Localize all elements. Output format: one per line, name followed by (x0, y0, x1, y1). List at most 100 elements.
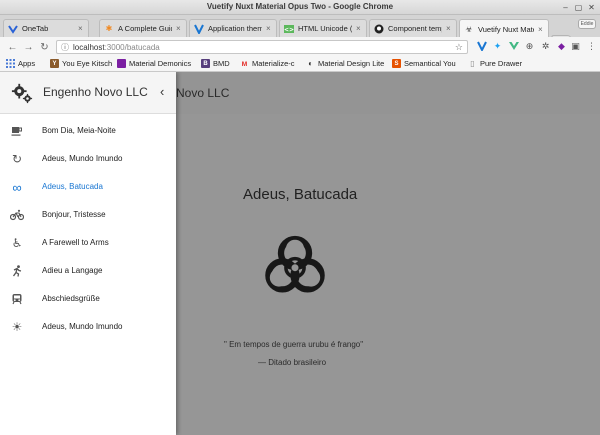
train-icon (10, 292, 24, 306)
tab-close-icon[interactable]: × (78, 24, 84, 33)
nav-item-bom-dia[interactable]: Bom Dia, Meia-Noite (0, 117, 176, 145)
tab-label: A Complete Guid (118, 24, 172, 33)
vuetify-icon (194, 24, 204, 34)
nav-item-abschiedsgrusse[interactable]: Abschiedsgrüße (0, 285, 176, 313)
bootstrap-icon: B (201, 59, 210, 68)
nav-item-adeus-mundo-imundo-2[interactable]: ☀ Adeus, Mundo Imundo (0, 313, 176, 341)
biohazard-icon: ☣ (465, 24, 473, 34)
infinity-icon: ∞ (12, 179, 22, 195)
tab-label: OneTab (22, 24, 49, 33)
bookmark-material-design-lite[interactable]: ◐ Material Design Lite (306, 59, 384, 68)
profile-button[interactable]: Eddie (578, 19, 596, 29)
bookmarks-bar: Apps Y You Eye Kitsch Material Demonics … (0, 57, 600, 72)
bookmark-label: BMD (213, 59, 230, 68)
bookmark-label: Materialize-c (252, 59, 295, 68)
github-icon (374, 24, 384, 34)
nav-item-label: Adieu a Langage (42, 266, 103, 275)
window-titlebar: Vuetify Nuxt Material Opus Two - Google … (0, 0, 600, 15)
tab-label: Vuetify Nuxt Mate (478, 24, 534, 34)
accessible-icon: ♿ (11, 236, 23, 250)
tab-onetab[interactable]: OneTab × (3, 19, 89, 37)
nav-item-label: Bom Dia, Meia-Noite (42, 126, 116, 135)
forward-icon[interactable]: → (22, 41, 35, 54)
maximize-icon[interactable]: ▢ (573, 2, 584, 13)
pin-extension-icon[interactable]: ⊕ (524, 41, 535, 52)
drawer-nav-list: Bom Dia, Meia-Noite ↻ Adeus, Mundo Imund… (0, 117, 176, 341)
navigation-drawer: Engenho Novo LLC ‹ Bom Dia, Meia-Noite ↻… (0, 72, 176, 435)
nav-item-label: Adeus, Batucada (42, 182, 103, 191)
tab-label: Application them (208, 24, 262, 33)
bookmark-label: Material Demonics (129, 59, 192, 68)
html-icon: <> (284, 24, 294, 34)
tab-complete-guide[interactable]: ✱ A Complete Guid × (99, 19, 187, 37)
sun-icon: ☀ (11, 320, 23, 334)
minimize-icon[interactable]: – (560, 2, 571, 13)
nav-item-adeus-batucada[interactable]: ∞ Adeus, Batucada (0, 173, 176, 201)
settings-extension-icon[interactable]: ✲ (540, 41, 551, 52)
cast-icon[interactable]: ▣ (570, 41, 581, 52)
tab-component-template[interactable]: Component temp × (369, 19, 457, 37)
cached-icon: ↻ (11, 152, 23, 166)
tab-close-icon[interactable]: × (538, 25, 544, 34)
tab-close-icon[interactable]: × (266, 24, 272, 33)
bookmark-label: Apps (18, 59, 36, 68)
page-viewport: Novo LLC Adeus, Batucada " Em tempos de … (0, 72, 600, 435)
materialize-icon: м (241, 59, 248, 68)
nav-item-adieu-langage[interactable]: Adieu a Langage (0, 257, 176, 285)
nav-item-label: Adeus, Mundo Imundo (42, 322, 123, 331)
onetab-icon (8, 24, 18, 34)
tab-html-unicode[interactable]: <> HTML Unicode (U × (279, 19, 367, 37)
drawer-header: Engenho Novo LLC ‹ (0, 72, 176, 114)
tab-label: Component temp (388, 24, 442, 33)
reload-icon[interactable]: ↻ (38, 41, 51, 54)
bookmark-label: You Eye Kitsch (62, 59, 113, 68)
address-bar[interactable]: ⓘ localhost:3000/batucada ☆ (56, 40, 468, 54)
nav-item-adeus-mundo-imundo[interactable]: ↻ Adeus, Mundo Imundo (0, 145, 176, 173)
info-icon[interactable]: ⓘ (61, 42, 69, 53)
back-icon[interactable]: ← (6, 41, 19, 54)
window-title: Vuetify Nuxt Material Opus Two - Google … (206, 2, 394, 11)
mdl-icon: ◐ (308, 59, 313, 68)
document-icon: ▯ (470, 59, 475, 68)
tab-label: HTML Unicode (U (298, 24, 352, 33)
address-host: localhost (73, 42, 105, 52)
nav-item-farewell-to-arms[interactable]: ♿ A Farewell to Arms (0, 229, 176, 257)
bookmark-label: Pure Drawer (480, 59, 523, 68)
tab-close-icon[interactable]: × (446, 24, 452, 33)
bookmark-semantical-you[interactable]: S Semantical You (392, 59, 456, 68)
tab-close-icon[interactable]: × (356, 24, 362, 33)
tab-close-icon[interactable]: × (176, 24, 182, 33)
tab-vuetify-nuxt[interactable]: ☣ Vuetify Nuxt Mate × (459, 19, 549, 38)
asterisk-icon: ✱ (105, 24, 113, 33)
bookmark-bmd[interactable]: B BMD (201, 59, 230, 68)
material-icon (117, 59, 126, 68)
nav-item-bonjour-tristesse[interactable]: Bonjour, Tristesse (0, 201, 176, 229)
bookmark-label: Semantical You (404, 59, 456, 68)
yeti-icon: Y (50, 59, 59, 68)
vuetify-extension-icon[interactable] (476, 41, 487, 53)
svg-text:<>: <> (284, 26, 294, 33)
twitter-extension-icon[interactable]: ✦ (492, 41, 503, 52)
nav-item-label: Abschiedsgrüße (42, 294, 100, 303)
bookmark-label: Material Design Lite (318, 59, 385, 68)
purple-extension-icon[interactable]: ◆ (556, 41, 567, 52)
bookmark-you-eye-kitsch[interactable]: Y You Eye Kitsch (50, 59, 112, 68)
bookmark-material-demonics[interactable]: Material Demonics (117, 59, 191, 68)
menu-icon[interactable]: ⋮ (586, 41, 597, 52)
bookmark-apps[interactable]: Apps (6, 59, 35, 68)
nav-item-label: Adeus, Mundo Imundo (42, 154, 123, 163)
tab-strip: OneTab × ✱ A Complete Guid × Application… (0, 15, 600, 49)
drawer-title: Engenho Novo LLC (43, 85, 148, 99)
coffee-icon (10, 124, 24, 138)
nav-item-label: Bonjour, Tristesse (42, 210, 106, 219)
chevron-left-icon[interactable]: ‹ (160, 84, 164, 99)
gears-icon (11, 83, 33, 104)
bookmark-materialize[interactable]: м Materialize-c (240, 59, 295, 68)
apps-icon (6, 59, 15, 68)
tab-application-theme[interactable]: Application them × (189, 19, 277, 37)
bookmark-pure-drawer[interactable]: ▯ Pure Drawer (468, 59, 522, 68)
close-icon[interactable]: ✕ (586, 2, 597, 13)
vue-devtools-icon[interactable] (508, 41, 519, 52)
semantic-icon: S (392, 59, 401, 68)
bookmark-star-icon[interactable]: ☆ (455, 42, 463, 53)
